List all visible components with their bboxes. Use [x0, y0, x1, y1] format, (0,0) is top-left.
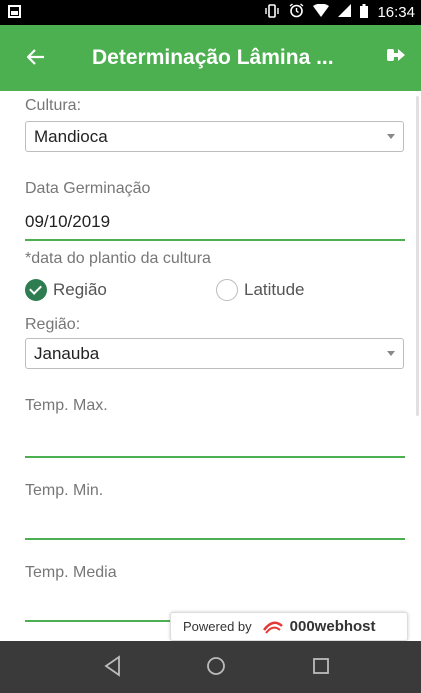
webhost-badge[interactable]: Powered by 000webhost — [170, 612, 408, 641]
radio-latitude[interactable]: Latitude — [216, 279, 305, 301]
unchecked-radio-icon — [216, 279, 238, 301]
powered-by-text: Powered by — [183, 619, 252, 634]
temp-min-label: Temp. Min. — [25, 482, 104, 499]
vibrate-icon — [264, 3, 280, 22]
nav-back-button[interactable] — [104, 655, 122, 682]
home-circle-icon — [207, 657, 225, 675]
recents-square-icon — [313, 658, 329, 674]
radio-latitude-label: Latitude — [244, 280, 305, 299]
cultura-label: Cultura: — [25, 97, 82, 114]
germinacao-input[interactable]: 09/10/2019 — [25, 212, 110, 232]
temp-min-input[interactable] — [25, 538, 405, 540]
back-triangle-icon — [104, 655, 120, 677]
germinacao-label: Data Germinação — [25, 180, 151, 197]
battery-icon — [360, 3, 369, 22]
alarm-icon — [289, 3, 304, 22]
temp-max-label: Temp. Max. — [25, 397, 108, 414]
page-title: Determinação Lâmina ... — [92, 46, 334, 69]
nav-home-button[interactable] — [205, 655, 227, 682]
chevron-down-icon — [387, 351, 395, 356]
status-bar: 16:34 — [0, 0, 421, 25]
scrollbar[interactable] — [416, 96, 419, 416]
signal-icon — [338, 4, 352, 21]
wifi-icon — [313, 3, 330, 21]
cultura-select[interactable]: Mandioca — [25, 121, 404, 152]
nav-bar — [0, 641, 421, 693]
gallery-notification-icon — [8, 5, 21, 18]
regiao-value: Janauba — [34, 344, 100, 363]
radio-regiao-label: Região — [53, 280, 107, 299]
back-button[interactable] — [26, 43, 45, 73]
temp-media-label: Temp. Media — [25, 564, 117, 581]
status-icons: 16:34 — [264, 3, 415, 22]
temp-max-input[interactable] — [25, 456, 405, 458]
regiao-label: Região: — [25, 316, 81, 333]
radio-regiao[interactable]: Região — [25, 279, 107, 301]
germinacao-underline — [25, 239, 405, 241]
sign-out-icon — [387, 49, 405, 61]
webhost-brand: 000webhost — [289, 618, 376, 635]
form-content: Cultura: Mandioca Data Germinação 09/10/… — [0, 91, 421, 641]
webhost-logo-icon — [262, 621, 283, 634]
checked-radio-icon — [25, 279, 47, 301]
regiao-select[interactable]: Janauba — [25, 338, 404, 369]
germinacao-hint: *data do plantio da cultura — [25, 250, 211, 267]
clock: 16:34 — [377, 4, 415, 21]
cultura-value: Mandioca — [34, 127, 108, 146]
app-bar: Determinação Lâmina ... — [0, 25, 421, 91]
chevron-down-icon — [387, 134, 395, 139]
logout-button[interactable] — [387, 46, 407, 66]
arrow-left-icon — [26, 49, 44, 65]
nav-recents-button[interactable] — [311, 655, 331, 682]
